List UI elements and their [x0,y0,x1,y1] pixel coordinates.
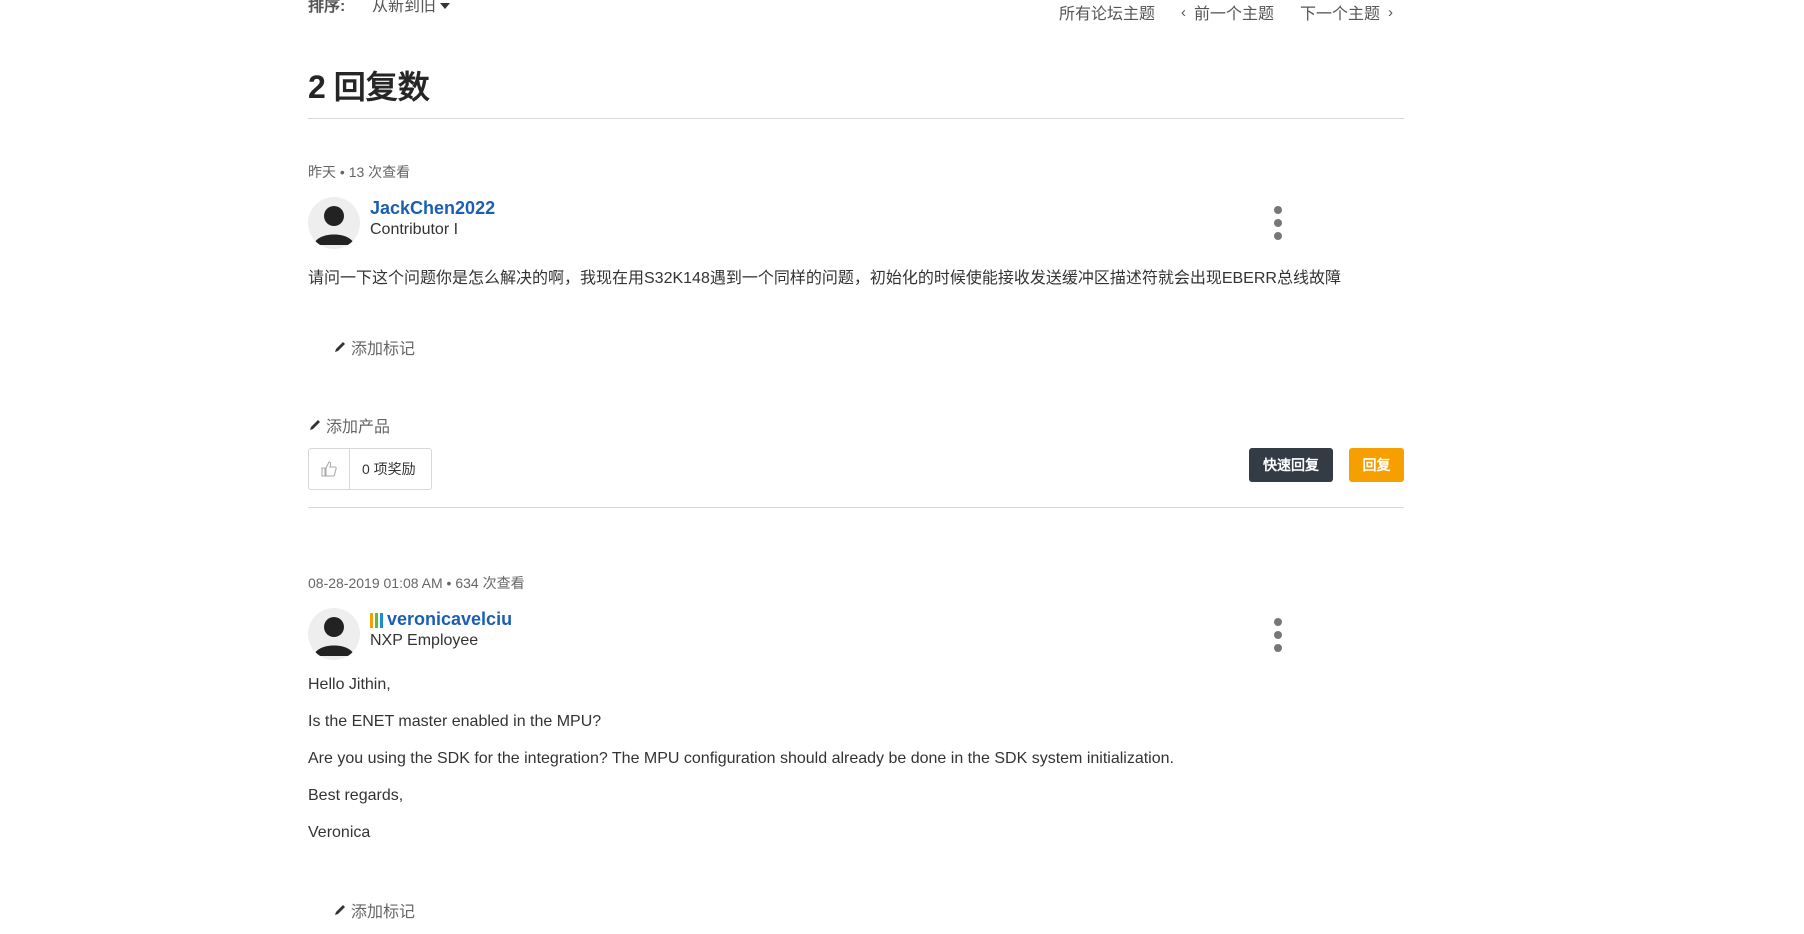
post-body-line: Are you using the SDK for the integratio… [308,750,1174,767]
pencil-icon [335,342,345,352]
post-date: 08-28-2019 01:08 AM [308,575,443,591]
all-topics-link[interactable]: 所有论坛主题 [1059,0,1155,24]
chevron-right-icon: › [1388,3,1393,21]
add-tag-link[interactable]: 添加标记 [333,335,415,359]
pencil-icon [335,905,345,915]
divider [308,118,1404,119]
kudos-count: 0 项奖励 [362,461,416,477]
rank-bar [370,612,373,628]
user-avatar-icon [314,206,354,245]
add-product-label: 添加产品 [326,419,391,436]
author-name-text: veronicavelciu [387,609,513,629]
add-tag-link[interactable]: 添加标记 [333,898,415,922]
prev-topic-label: 前一个主题 [1193,6,1274,23]
post-views: 13 次查看 [348,164,411,180]
replies-heading: 2 回复数 [308,62,430,108]
add-tag-label: 添加标记 [351,904,416,921]
post-body-line: Hello Jithin, [308,676,391,693]
sort-dropdown[interactable]: 从新到旧 [372,0,451,16]
pencil-icon [310,420,320,430]
avatar[interactable] [308,197,360,249]
divider [308,507,1404,508]
post-body-line: 请问一下这个问题你是怎么解决的啊，我现在用S32K148遇到一个同样的问题，初始… [308,270,1341,287]
author-name[interactable]: veronicavelciu [370,609,512,630]
sort-label: 排序: [308,0,346,15]
add-product-link[interactable]: 添加产品 [308,413,390,437]
thumbs-up-icon [321,461,337,477]
forum-thread-page: 排序: 从新到旧 所有论坛主题 ‹ 前一个主题 下一个主题 › 2 回复数 昨天 … [0,0,1804,934]
user-avatar-icon [314,617,354,656]
next-topic-label: 下一个主题 [1299,6,1380,23]
reply-count: 2 [308,69,326,105]
rank-bars-icon [370,612,383,628]
kebab-menu-icon[interactable] [1270,618,1286,652]
post-date: 昨天 [308,164,336,180]
author-rank: Contributor I [370,221,459,238]
reply-count-label: 回复数 [333,69,430,105]
avatar[interactable] [308,608,360,660]
next-topic-link[interactable]: 下一个主题 › [1300,0,1393,24]
quick-reply-button[interactable]: 快速回复 [1249,448,1333,482]
meta-separator: • [442,575,456,591]
sort-value: 从新到旧 [372,0,437,15]
chevron-left-icon: ‹ [1180,3,1186,21]
post-meta: 昨天 • 13 次查看 [308,162,410,182]
author-name[interactable]: JackChen2022 [370,198,495,219]
reply-button[interactable]: 回复 [1349,448,1404,482]
post-body-line: Is the ENET master enabled in the MPU? [308,713,602,730]
author-rank: NXP Employee [370,632,479,649]
rank-bar [375,612,378,628]
post-body-line: Best regards, [308,787,404,804]
post-meta: 08-28-2019 01:08 AM • 634 次查看 [308,573,525,593]
post-body-line: Veronica [308,824,371,841]
kudo-button[interactable] [309,449,350,489]
caret-down-icon [440,3,451,9]
meta-separator: • [336,164,349,180]
prev-topic-link[interactable]: ‹ 前一个主题 [1181,0,1274,24]
kudos-widget: 0 项奖励 [308,448,432,490]
rank-bar [380,612,383,628]
topic-navigation: 所有论坛主题 ‹ 前一个主题 下一个主题 › [1059,0,1393,24]
post-views: 634 次查看 [455,575,525,591]
add-tag-label: 添加标记 [351,341,416,358]
kebab-menu-icon[interactable] [1270,206,1286,240]
